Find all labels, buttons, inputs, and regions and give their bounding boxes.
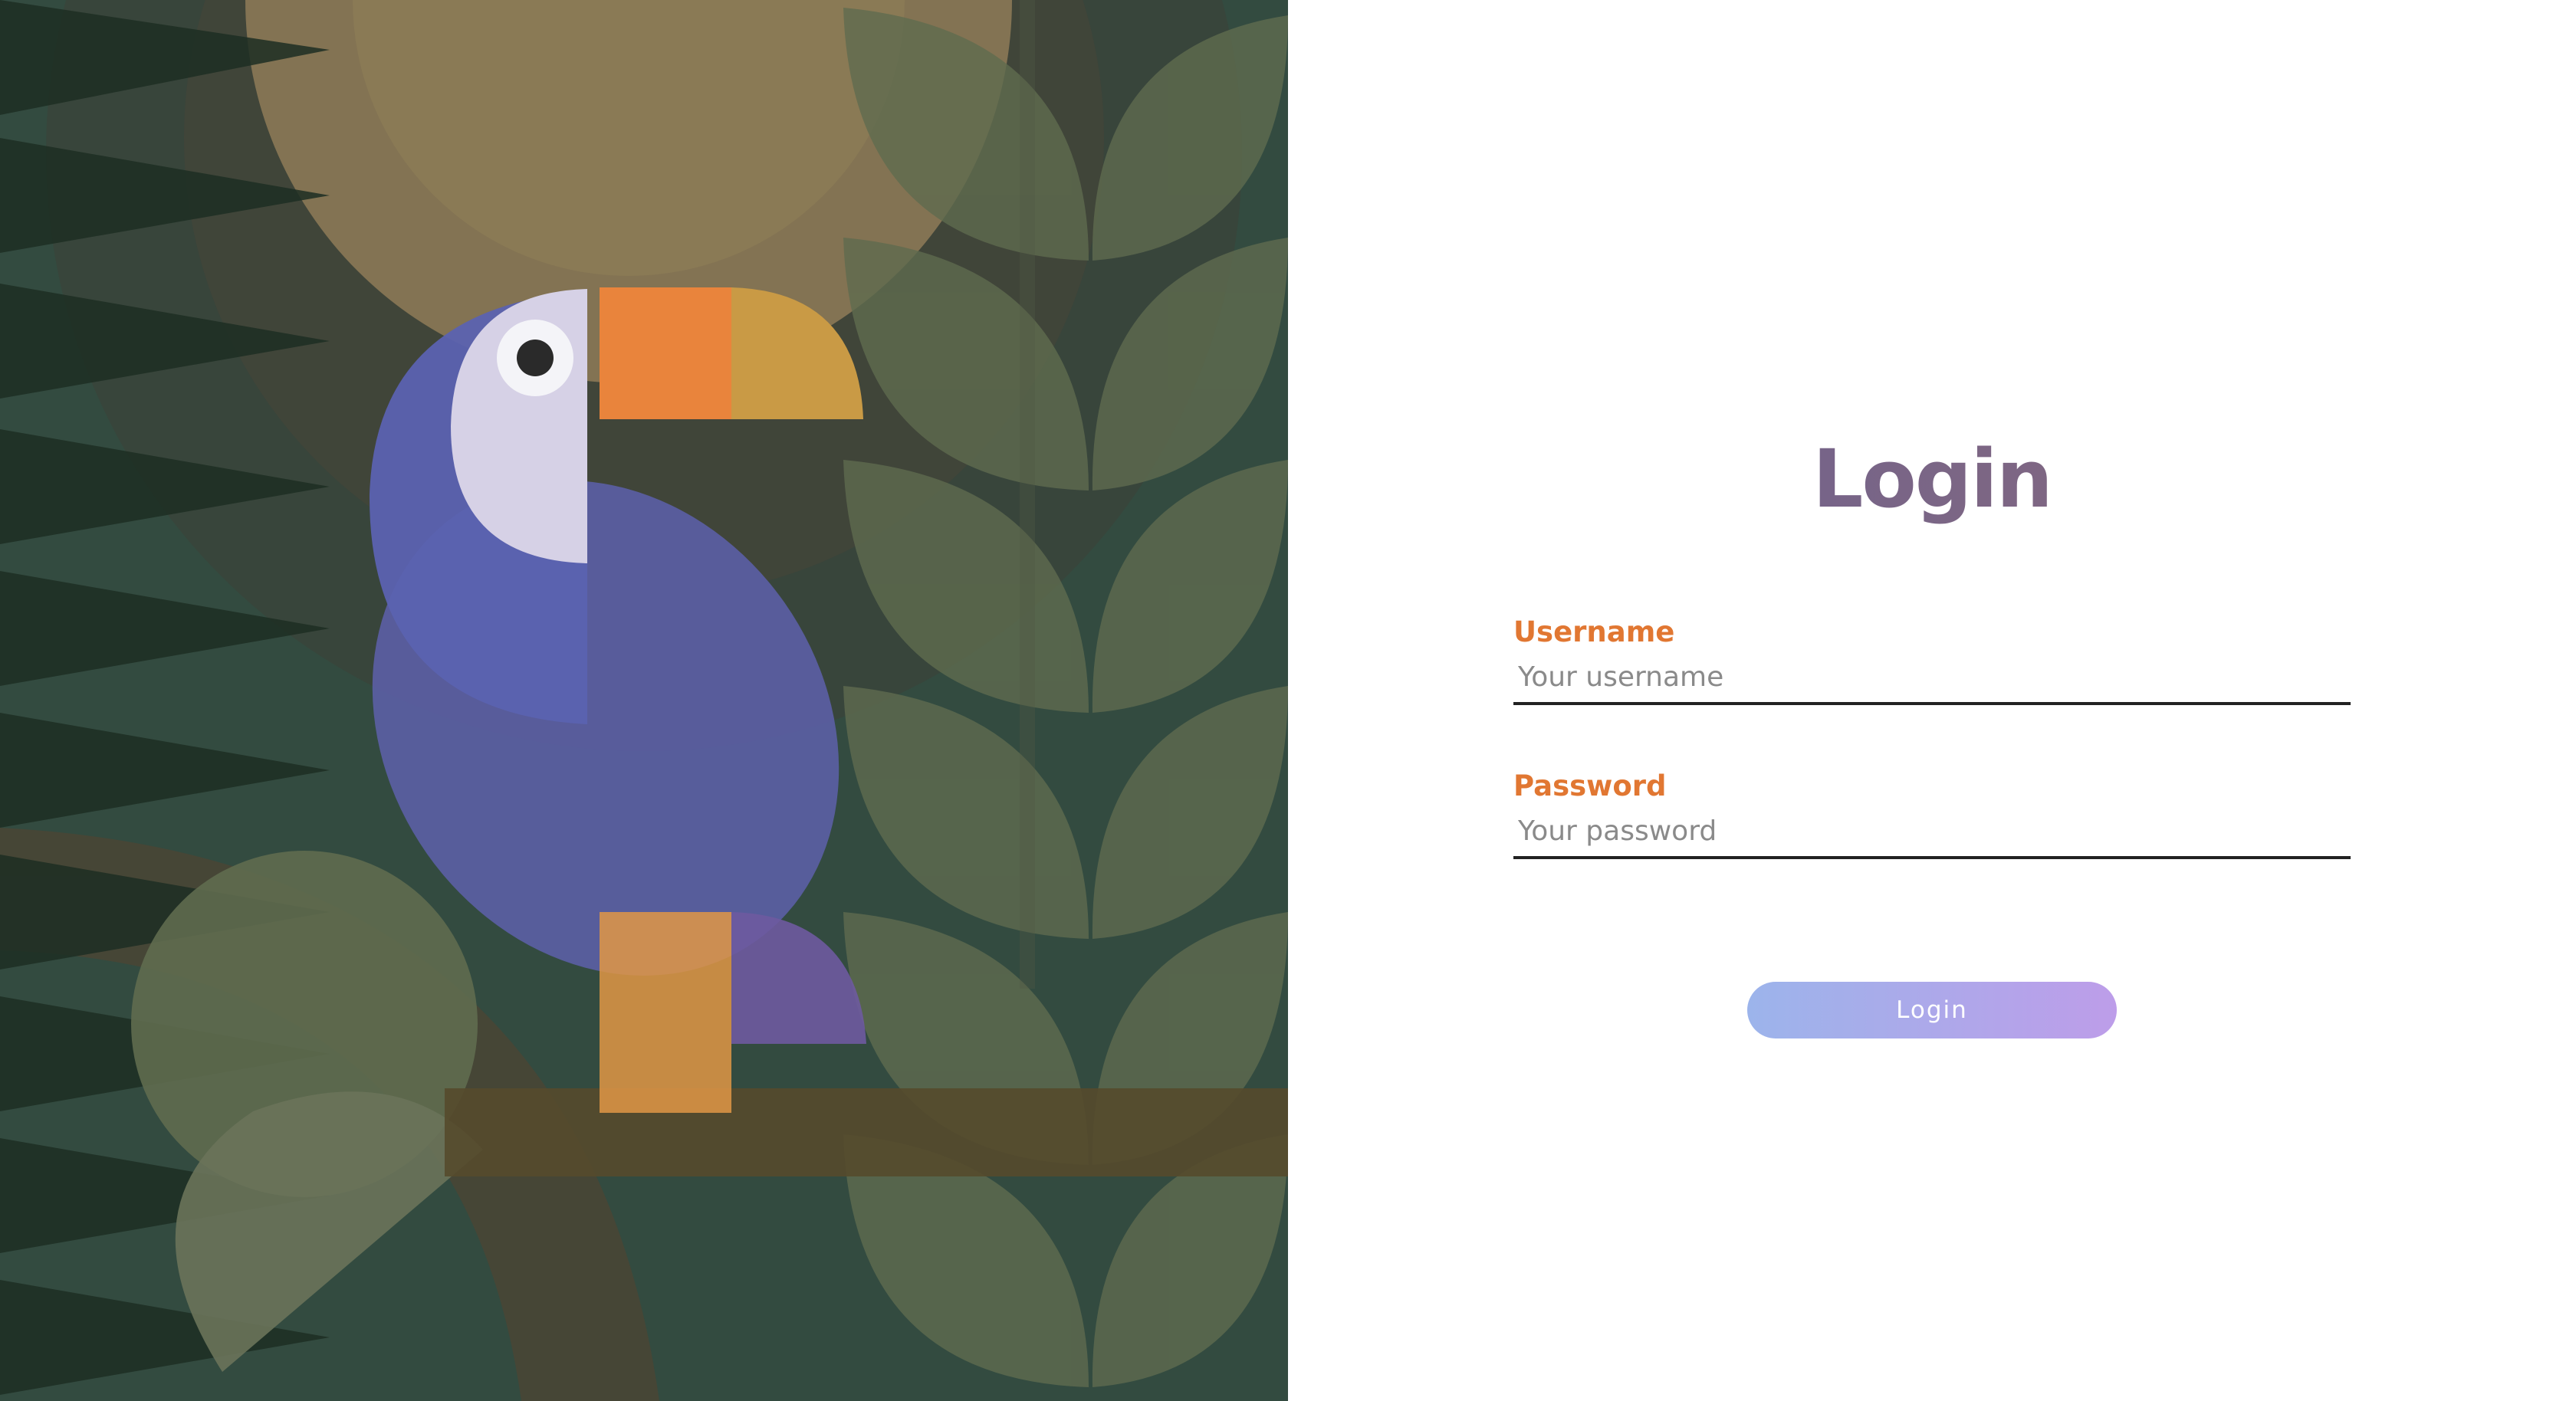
login-page: Login Username Password Login (0, 0, 2576, 1401)
password-input[interactable] (1513, 805, 2351, 859)
username-label: Username (1513, 615, 1675, 648)
toucan-beak-orange (600, 287, 731, 419)
tree-trunk-line (1020, 0, 1035, 989)
username-input[interactable] (1513, 651, 2351, 705)
toucan-foot (600, 912, 731, 1113)
username-field-group: Username (1513, 613, 2351, 705)
password-field-group: Password (1513, 767, 2351, 859)
toucan-artwork-svg (0, 0, 1288, 1401)
toucan-eye-pupil (517, 340, 554, 376)
toucan-illustration (0, 0, 1288, 1401)
branch-shape (445, 1088, 1288, 1176)
login-form-panel: Login Username Password Login (1288, 0, 2576, 1401)
password-label: Password (1513, 769, 1667, 802)
login-button[interactable]: Login (1747, 982, 2117, 1038)
login-title: Login (1288, 429, 2576, 529)
